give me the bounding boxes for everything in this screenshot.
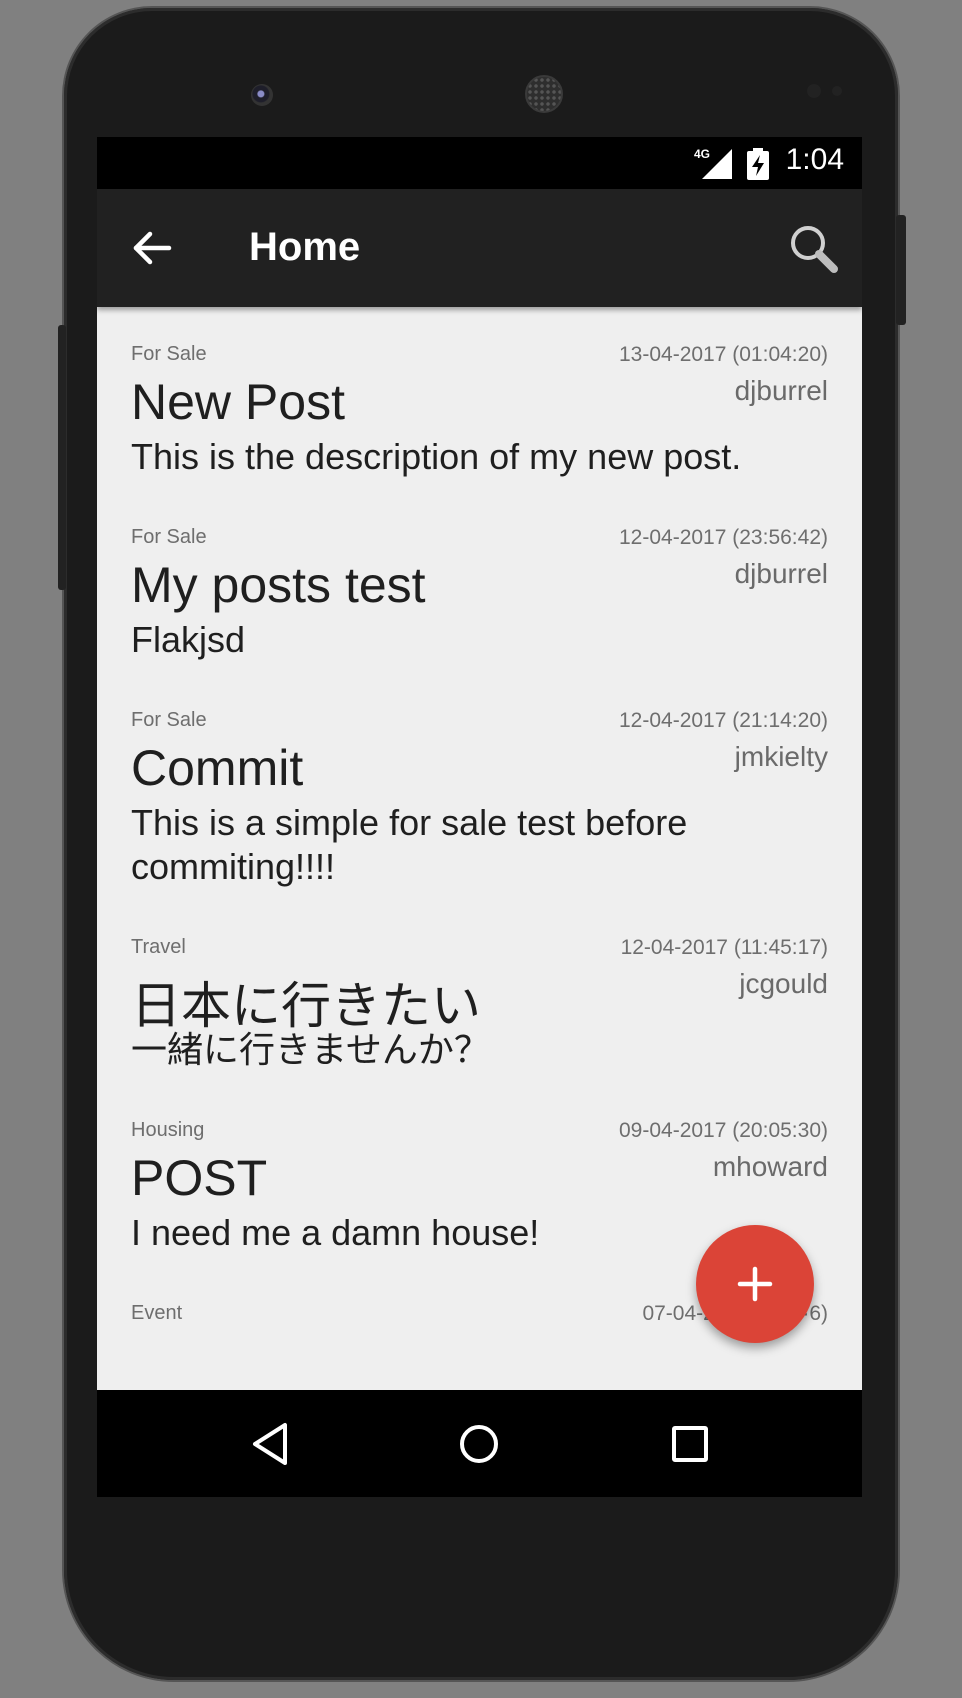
- search-icon[interactable]: [788, 223, 840, 275]
- screen: 4G 1:04 Home For Sale 13-04-2017 (01:04:…: [97, 137, 862, 1497]
- proximity-sensor: [807, 84, 821, 98]
- list-item[interactable]: For Sale 13-04-2017 (01:04:20) djburrel …: [131, 343, 828, 513]
- post-description: I need me a damn house!: [131, 1212, 540, 1253]
- volume-button: [58, 325, 66, 590]
- post-description: Flakjsd: [131, 619, 246, 660]
- navigation-bar: [97, 1390, 862, 1497]
- triangle-back-icon[interactable]: [243, 1416, 299, 1472]
- post-date: 12-04-2017 (23:56:42): [619, 526, 828, 549]
- post-title: Commit: [131, 740, 304, 796]
- status-time: 1:04: [785, 143, 844, 176]
- post-category: Event: [131, 1302, 183, 1324]
- page-title: Home: [249, 225, 361, 269]
- post-date: 12-04-2017 (11:45:17): [620, 936, 828, 959]
- post-category: For Sale: [131, 709, 207, 731]
- post-category: Travel: [131, 936, 186, 958]
- app-bar: Home: [97, 189, 862, 307]
- post-author: djburrel: [734, 558, 828, 589]
- list-item[interactable]: For Sale 12-04-2017 (23:56:42) djburrel …: [131, 526, 828, 696]
- post-date: 09-04-2017 (20:05:30): [619, 1119, 828, 1142]
- circle-home-icon[interactable]: [451, 1416, 507, 1472]
- arrow-left-icon[interactable]: [127, 223, 177, 273]
- post-category: Housing: [131, 1119, 205, 1141]
- post-title: My posts test: [131, 557, 426, 613]
- list-item[interactable]: Travel 12-04-2017 (11:45:17) jcgould 日本に…: [131, 936, 828, 1106]
- post-author: jmkielty: [734, 741, 828, 772]
- post-category: For Sale: [131, 526, 207, 548]
- list-item[interactable]: For Sale 12-04-2017 (21:14:20) jmkielty …: [131, 709, 828, 919]
- post-author: djburrel: [734, 375, 828, 406]
- post-author: mhoward: [712, 1151, 828, 1182]
- earpiece-speaker: [525, 75, 563, 113]
- post-description: This is a simple for sale test before co…: [131, 802, 688, 887]
- post-title: POST: [131, 1150, 268, 1206]
- post-date: 12-04-2017 (21:14:20): [619, 709, 828, 732]
- post-author: jcgould: [739, 968, 828, 999]
- signal-icon: [702, 149, 732, 179]
- light-sensor: [832, 86, 842, 96]
- add-post-button[interactable]: [696, 1225, 814, 1343]
- post-description: This is the description of my new post.: [131, 436, 742, 477]
- status-bar: 4G 1:04: [97, 137, 862, 189]
- post-date: 13-04-2017 (01:04:20): [619, 343, 828, 366]
- post-description: 一緒に行きませんか？: [131, 1029, 490, 1070]
- post-title: New Post: [131, 374, 345, 430]
- power-button: [896, 215, 906, 325]
- post-category: For Sale: [131, 343, 207, 365]
- front-camera: [251, 84, 273, 106]
- plus-icon: [737, 1266, 773, 1302]
- square-recents-icon[interactable]: [662, 1416, 718, 1472]
- battery-charging-icon: [747, 148, 769, 180]
